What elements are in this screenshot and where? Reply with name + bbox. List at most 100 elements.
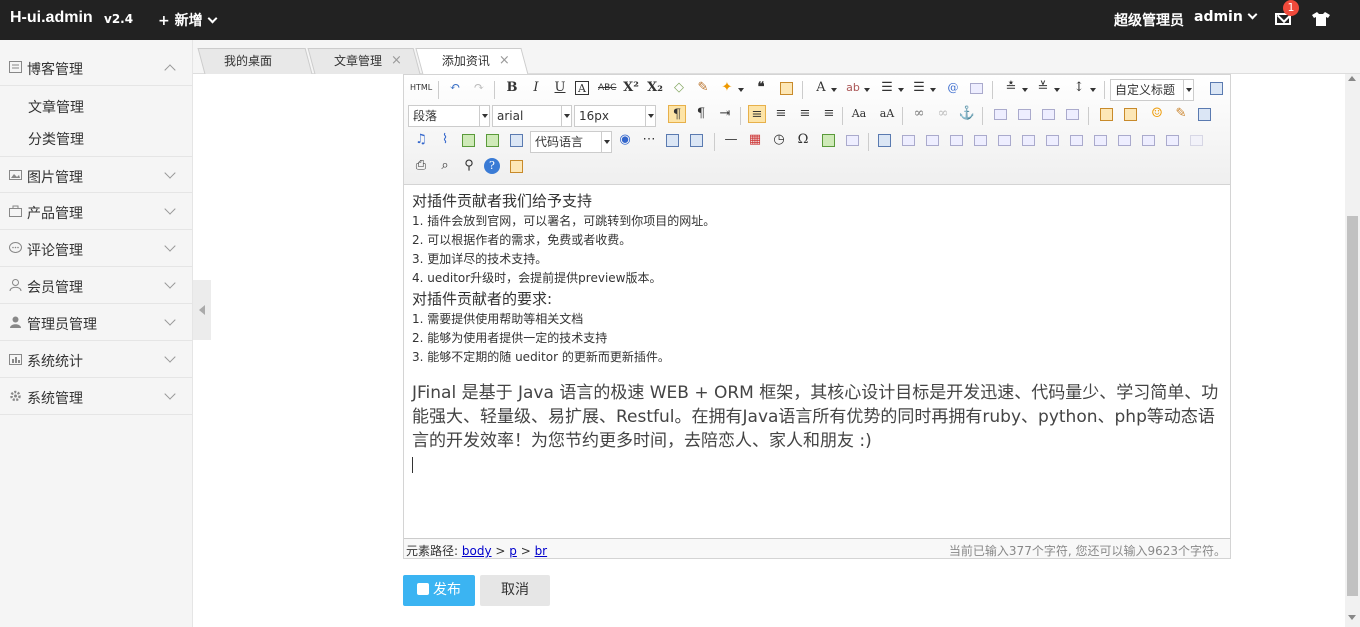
unordered-list-icon[interactable]: ☰: [910, 79, 928, 97]
italic-icon[interactable]: I: [527, 79, 545, 97]
delete-table-icon[interactable]: [902, 135, 915, 146]
undo-icon[interactable]: ↶: [446, 79, 464, 97]
unlink-icon[interactable]: ∞: [934, 105, 952, 123]
split-cells-icon[interactable]: [1118, 135, 1131, 146]
snapscreen-icon[interactable]: [846, 135, 859, 146]
format-brush-icon[interactable]: ✎: [694, 79, 712, 97]
dropdown-arrow-icon[interactable]: [864, 88, 870, 92]
sidebar-group-images[interactable]: 图片管理: [0, 156, 193, 193]
underline-icon[interactable]: U: [551, 79, 569, 97]
insert-col-icon[interactable]: [998, 135, 1011, 146]
dropdown-arrow-icon[interactable]: [1022, 88, 1028, 92]
insert-table-icon[interactable]: [878, 134, 891, 147]
select-all-icon[interactable]: @: [944, 79, 962, 97]
merge-cells-icon[interactable]: [1046, 135, 1059, 146]
uppercase-icon[interactable]: Aa: [850, 105, 868, 123]
highlight-color-icon[interactable]: ab: [844, 79, 862, 97]
dropdown-arrow-icon[interactable]: [738, 88, 744, 92]
code-language-select[interactable]: 代码语言: [530, 131, 612, 153]
align-left-icon[interactable]: ≡: [748, 105, 766, 123]
close-icon[interactable]: ×: [499, 49, 510, 73]
font-family-select[interactable]: arial: [492, 105, 572, 127]
insert-image-icon[interactable]: [1124, 108, 1137, 121]
cleardoc-icon[interactable]: [970, 83, 983, 94]
dropdown-arrow-icon[interactable]: [898, 88, 904, 92]
sidebar-group-stats[interactable]: 系统统计: [0, 341, 193, 378]
sidebar-group-comments[interactable]: 评论管理: [0, 230, 193, 267]
close-icon[interactable]: ×: [391, 49, 402, 73]
insert-paragraph-before-table-icon[interactable]: [926, 135, 939, 146]
wordimage-icon[interactable]: [822, 134, 835, 147]
font-size-select[interactable]: 16px: [574, 105, 656, 127]
align-justify-icon[interactable]: ≡: [820, 105, 838, 123]
background-icon[interactable]: [690, 134, 703, 147]
emotion-icon[interactable]: ☺: [1148, 105, 1166, 123]
user-menu-button[interactable]: admin: [1194, 9, 1258, 25]
image-none-icon[interactable]: [994, 109, 1007, 120]
gmap-icon[interactable]: [486, 134, 499, 147]
special-chars-icon[interactable]: Ω: [794, 131, 812, 149]
tab-my-desktop[interactable]: 我的桌面: [197, 48, 313, 74]
cancel-button[interactable]: 取消: [480, 575, 550, 606]
print-icon[interactable]: ⎙: [412, 157, 430, 175]
sidebar-group-blog[interactable]: 博客管理: [0, 49, 193, 86]
font-border-icon[interactable]: A: [575, 81, 589, 95]
merge-down-icon[interactable]: [1094, 135, 1107, 146]
merge-right-icon[interactable]: [1070, 135, 1083, 146]
rtl-direction-icon[interactable]: ¶: [692, 105, 710, 123]
app-logo[interactable]: H-ui.admin: [10, 9, 93, 27]
tab-add-news[interactable]: 添加资讯 ×: [415, 48, 529, 75]
preview-icon[interactable]: ⌕: [436, 157, 454, 175]
insert-frame-icon[interactable]: [510, 134, 523, 147]
sidebar-group-system[interactable]: 系统管理: [0, 378, 193, 415]
paragraph-select[interactable]: 段落: [408, 105, 490, 127]
row-spacing-top-icon[interactable]: ≛: [1002, 79, 1020, 97]
map-icon[interactable]: [462, 134, 475, 147]
skin-shirt-icon[interactable]: [1312, 12, 1330, 26]
sidebar-group-admins[interactable]: 管理员管理: [0, 304, 193, 341]
custom-title-select[interactable]: 自定义标题: [1110, 79, 1194, 101]
sidebar-item-articles[interactable]: 文章管理: [28, 97, 84, 117]
ordered-list-icon[interactable]: ☰: [878, 79, 896, 97]
time-icon[interactable]: ◷: [770, 131, 788, 149]
image-right-icon[interactable]: [1042, 109, 1055, 120]
path-link-br[interactable]: br: [535, 544, 548, 558]
new-menu-button[interactable]: + 新增: [158, 10, 218, 30]
bold-icon[interactable]: B: [503, 79, 521, 97]
indent-icon[interactable]: ⇥: [716, 105, 734, 123]
redo-icon[interactable]: ↷: [470, 79, 488, 97]
tab-article-manage[interactable]: 文章管理 ×: [307, 48, 421, 74]
sidebar-group-products[interactable]: 产品管理: [0, 193, 193, 230]
line-height-icon[interactable]: ↕: [1070, 79, 1088, 97]
font-color-icon[interactable]: A: [812, 79, 830, 97]
image-center-icon[interactable]: [1066, 109, 1079, 120]
attachment-icon[interactable]: ⌇: [436, 131, 454, 149]
delete-col-icon[interactable]: [1022, 135, 1035, 146]
web-icon[interactable]: ◉: [616, 131, 634, 149]
image-left-icon[interactable]: [1018, 109, 1031, 120]
pagebreak-icon[interactable]: ⋯: [640, 131, 658, 149]
align-right-icon[interactable]: ≡: [796, 105, 814, 123]
template-icon[interactable]: [666, 134, 679, 147]
dropdown-arrow-icon[interactable]: [930, 88, 936, 92]
row-spacing-bottom-icon[interactable]: ≚: [1034, 79, 1052, 97]
scrawl-icon[interactable]: ✎: [1172, 105, 1190, 123]
horizontal-rule-icon[interactable]: —: [722, 131, 740, 149]
align-center-icon[interactable]: ≡: [772, 105, 790, 123]
link-icon[interactable]: ∞: [910, 105, 928, 123]
scroll-up-arrow-icon[interactable]: [1348, 76, 1356, 81]
superscript-icon[interactable]: X²: [622, 79, 640, 97]
lowercase-icon[interactable]: aA: [878, 105, 896, 123]
date-icon[interactable]: ▦: [746, 131, 764, 149]
split-cols-icon[interactable]: [1166, 135, 1179, 146]
dropdown-arrow-icon[interactable]: [831, 88, 837, 92]
sidebar-item-categories[interactable]: 分类管理: [28, 129, 84, 149]
charts-icon[interactable]: [1190, 135, 1203, 146]
subscript-icon[interactable]: X₂: [646, 79, 664, 97]
help-icon[interactable]: ?: [484, 158, 500, 174]
anchor-icon[interactable]: ⚓: [958, 105, 976, 123]
fullscreen-icon[interactable]: [1210, 82, 1223, 95]
drafts-icon[interactable]: [510, 160, 523, 173]
strikethrough-icon[interactable]: ABC: [598, 79, 616, 97]
path-link-body[interactable]: body: [462, 544, 492, 558]
